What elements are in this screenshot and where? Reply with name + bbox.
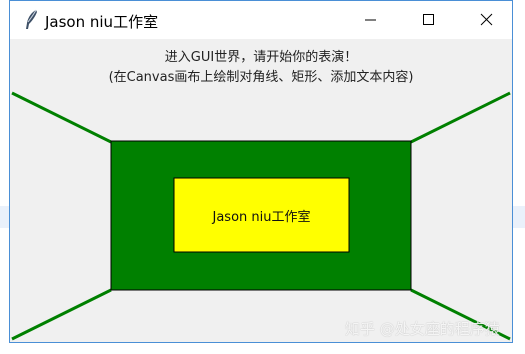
- feather-icon: [22, 9, 40, 31]
- canvas-subheading: (在Canvas画布上绘制对角线、矩形、添加文本内容): [108, 70, 414, 85]
- app-window: Jason niu工作室 进入GUI世界，请开始你的表演！ (在Canvas画布…: [9, 0, 513, 343]
- canvas-heading: 进入GUI世界，请开始你的表演！: [164, 50, 358, 65]
- watermark: 知乎 @处女座的程序猿: [345, 320, 500, 338]
- center-text: Jason niu工作室: [212, 209, 311, 225]
- window-title: Jason niu工作室: [45, 13, 159, 31]
- diagonal-top-left: [11, 91, 112, 144]
- diagonal-bottom-left: [11, 288, 112, 341]
- close-button[interactable]: [463, 1, 509, 39]
- title-bar[interactable]: Jason niu工作室: [10, 1, 512, 39]
- maximize-button[interactable]: [405, 1, 451, 39]
- canvas[interactable]: 进入GUI世界，请开始你的表演！ (在Canvas画布上绘制对角线、矩形、添加文…: [10, 39, 512, 342]
- minimize-button[interactable]: [347, 1, 393, 39]
- diagonal-top-right: [410, 91, 511, 144]
